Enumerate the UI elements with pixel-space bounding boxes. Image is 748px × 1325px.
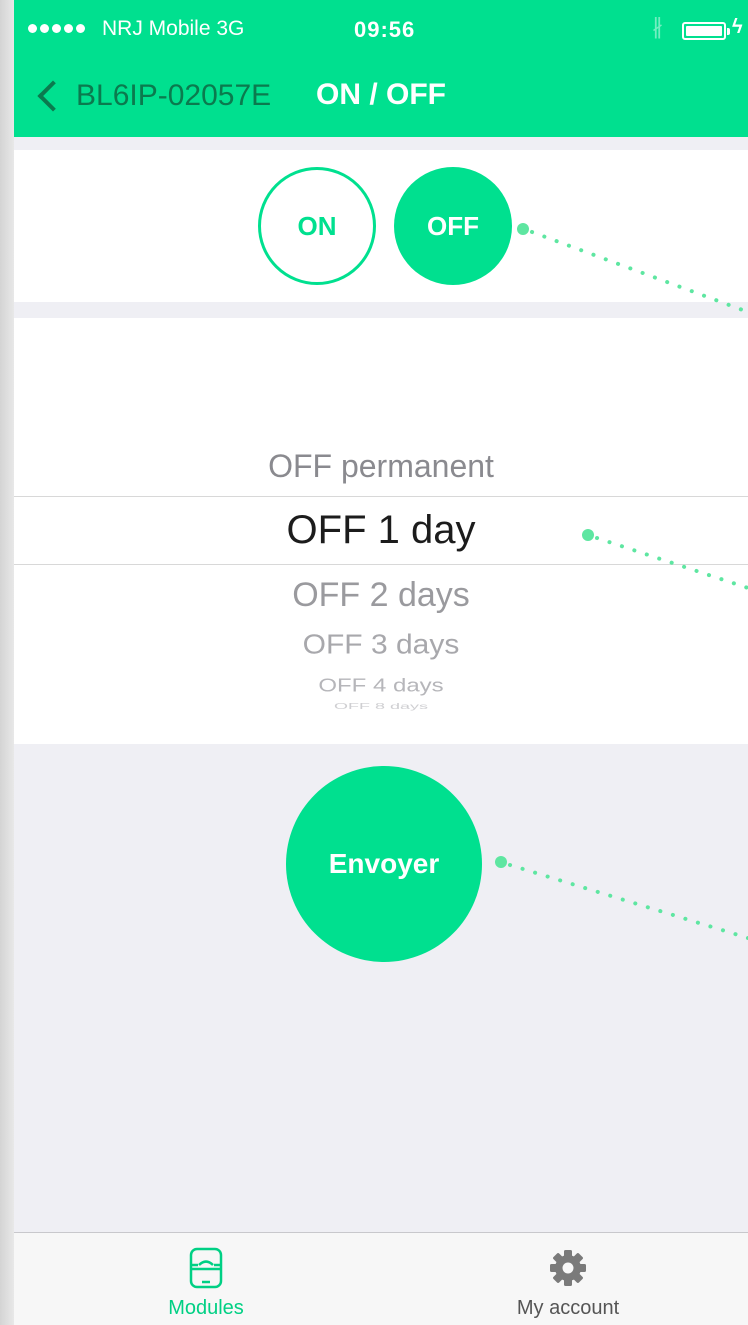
duration-picker[interactable]: OFF permanent OFF 1 day OFF 2 days OFF 3… <box>14 318 748 744</box>
left-edge-shade <box>0 0 14 1325</box>
status-bar: NRJ Mobile 3G 09:56 ∦ ϟ <box>14 0 748 62</box>
tab-label: Modules <box>168 1297 244 1319</box>
navigation-bar: BL6IP-02057E ON / OFF <box>14 62 748 137</box>
picker-option[interactable]: OFF 3 days <box>14 629 748 660</box>
picker-option[interactable]: OFF permanent <box>14 448 748 485</box>
off-button[interactable]: OFF <box>394 167 512 285</box>
clock: 09:56 <box>354 17 416 42</box>
annotation-pointer-send <box>495 856 748 940</box>
on-off-toggle-section: ON OFF <box>14 150 748 302</box>
picker-option[interactable]: OFF 2 days <box>14 576 748 615</box>
picker-option[interactable]: OFF 4 days <box>14 676 748 697</box>
bluetooth-icon: ∦ <box>652 14 663 39</box>
chevron-left-icon <box>37 80 69 112</box>
battery-icon <box>682 22 730 40</box>
tab-modules[interactable]: Modules <box>106 1233 306 1325</box>
gear-icon <box>550 1250 586 1286</box>
picker-option[interactable]: OFF 8 days <box>14 702 748 711</box>
picker-option-selected[interactable]: OFF 1 day <box>14 508 748 553</box>
send-button[interactable]: Envoyer <box>286 766 482 962</box>
phone-screen: NRJ Mobile 3G 09:56 ∦ ϟ BL6IP-02057E ON … <box>14 0 748 1325</box>
picker-selection-line-bottom <box>14 564 748 565</box>
tab-label: My account <box>516 1297 620 1319</box>
tab-my-account[interactable]: My account <box>468 1233 668 1325</box>
charging-icon: ϟ <box>732 16 743 38</box>
picker-selection-line-top <box>14 496 748 497</box>
carrier-label: NRJ Mobile 3G <box>102 17 245 40</box>
signal-strength-icon <box>28 24 85 33</box>
back-label: BL6IP-02057E <box>76 79 272 112</box>
tab-bar: Modules My account <box>14 1232 748 1325</box>
module-icon <box>189 1247 223 1289</box>
app-header: NRJ Mobile 3G 09:56 ∦ ϟ BL6IP-02057E ON … <box>14 0 748 137</box>
page-title: ON / OFF <box>316 78 446 111</box>
on-button[interactable]: ON <box>258 167 376 285</box>
back-button[interactable]: BL6IP-02057E <box>32 76 271 116</box>
